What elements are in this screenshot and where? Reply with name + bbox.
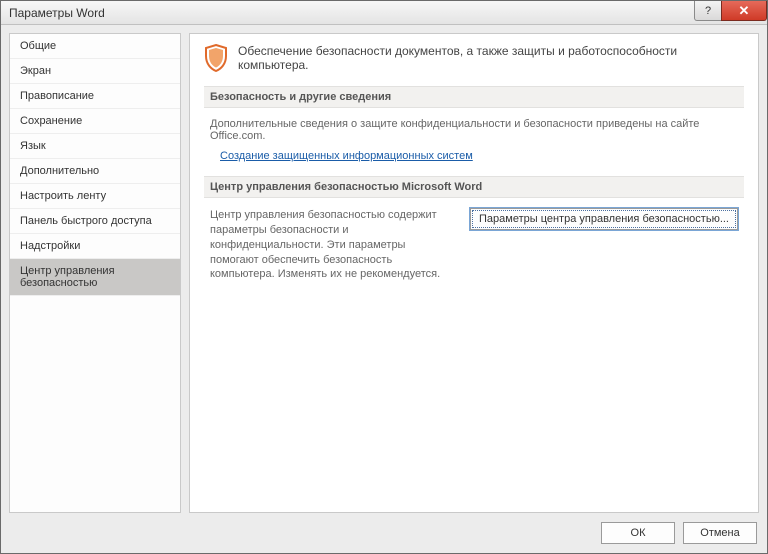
sidebar-item-display[interactable]: Экран xyxy=(10,59,180,84)
dialog-window: Параметры Word ? ✕ Общие Экран Правописа… xyxy=(0,0,768,554)
help-button[interactable]: ? xyxy=(694,1,722,21)
sidebar-item-label: Экран xyxy=(20,65,51,77)
ok-button[interactable]: ОК xyxy=(601,522,675,544)
sidebar-item-label: Настроить ленту xyxy=(20,190,106,202)
sidebar-item-label: Общие xyxy=(20,40,56,52)
sidebar-item-quick-access[interactable]: Панель быстрого доступа xyxy=(10,209,180,234)
content-pane: Обеспечение безопасности документов, а т… xyxy=(189,33,759,513)
close-button[interactable]: ✕ xyxy=(721,1,767,21)
sidebar-item-save[interactable]: Сохранение xyxy=(10,109,180,134)
sidebar-item-trust-center[interactable]: Центр управления безопасностью xyxy=(10,259,180,296)
security-link[interactable]: Создание защищенных информационных систе… xyxy=(220,150,473,162)
sidebar-item-label: Центр управления безопасностью xyxy=(20,265,115,289)
section-heading-trust: Центр управления безопасностью Microsoft… xyxy=(204,176,744,198)
section-body-security: Дополнительные сведения о защите конфиде… xyxy=(204,118,744,176)
sidebar-item-label: Дополнительно xyxy=(20,165,99,177)
sidebar-item-advanced[interactable]: Дополнительно xyxy=(10,159,180,184)
sidebar-item-label: Сохранение xyxy=(20,115,82,127)
sidebar-item-label: Язык xyxy=(20,140,46,152)
sidebar-item-proofing[interactable]: Правописание xyxy=(10,84,180,109)
window-title: Параметры Word xyxy=(9,6,105,20)
sidebar: Общие Экран Правописание Сохранение Язык… xyxy=(9,33,181,513)
window-buttons: ? ✕ xyxy=(695,1,767,21)
sidebar-item-language[interactable]: Язык xyxy=(10,134,180,159)
sidebar-item-general[interactable]: Общие xyxy=(10,34,180,59)
trust-center-settings-button[interactable]: Параметры центра управления безопасность… xyxy=(470,208,738,230)
dialog-body: Общие Экран Правописание Сохранение Язык… xyxy=(1,25,767,513)
trust-row: Центр управления безопасностью содержит … xyxy=(204,208,744,282)
sidebar-item-label: Панель быстрого доступа xyxy=(20,215,152,227)
trust-body-text: Центр управления безопасностью содержит … xyxy=(210,208,456,282)
security-body-text: Дополнительные сведения о защите конфиде… xyxy=(210,118,738,142)
sidebar-item-addins[interactable]: Надстройки xyxy=(10,234,180,259)
sidebar-item-label: Правописание xyxy=(20,90,94,102)
sidebar-item-label: Надстройки xyxy=(20,240,80,252)
shield-icon xyxy=(204,44,228,72)
sidebar-item-customize-ribbon[interactable]: Настроить ленту xyxy=(10,184,180,209)
dialog-footer: ОК Отмена xyxy=(1,513,767,553)
titlebar: Параметры Word ? ✕ xyxy=(1,1,767,25)
cancel-button[interactable]: Отмена xyxy=(683,522,757,544)
hero-row: Обеспечение безопасности документов, а т… xyxy=(204,44,744,72)
hero-text: Обеспечение безопасности документов, а т… xyxy=(238,44,744,72)
section-heading-security: Безопасность и другие сведения xyxy=(204,86,744,108)
